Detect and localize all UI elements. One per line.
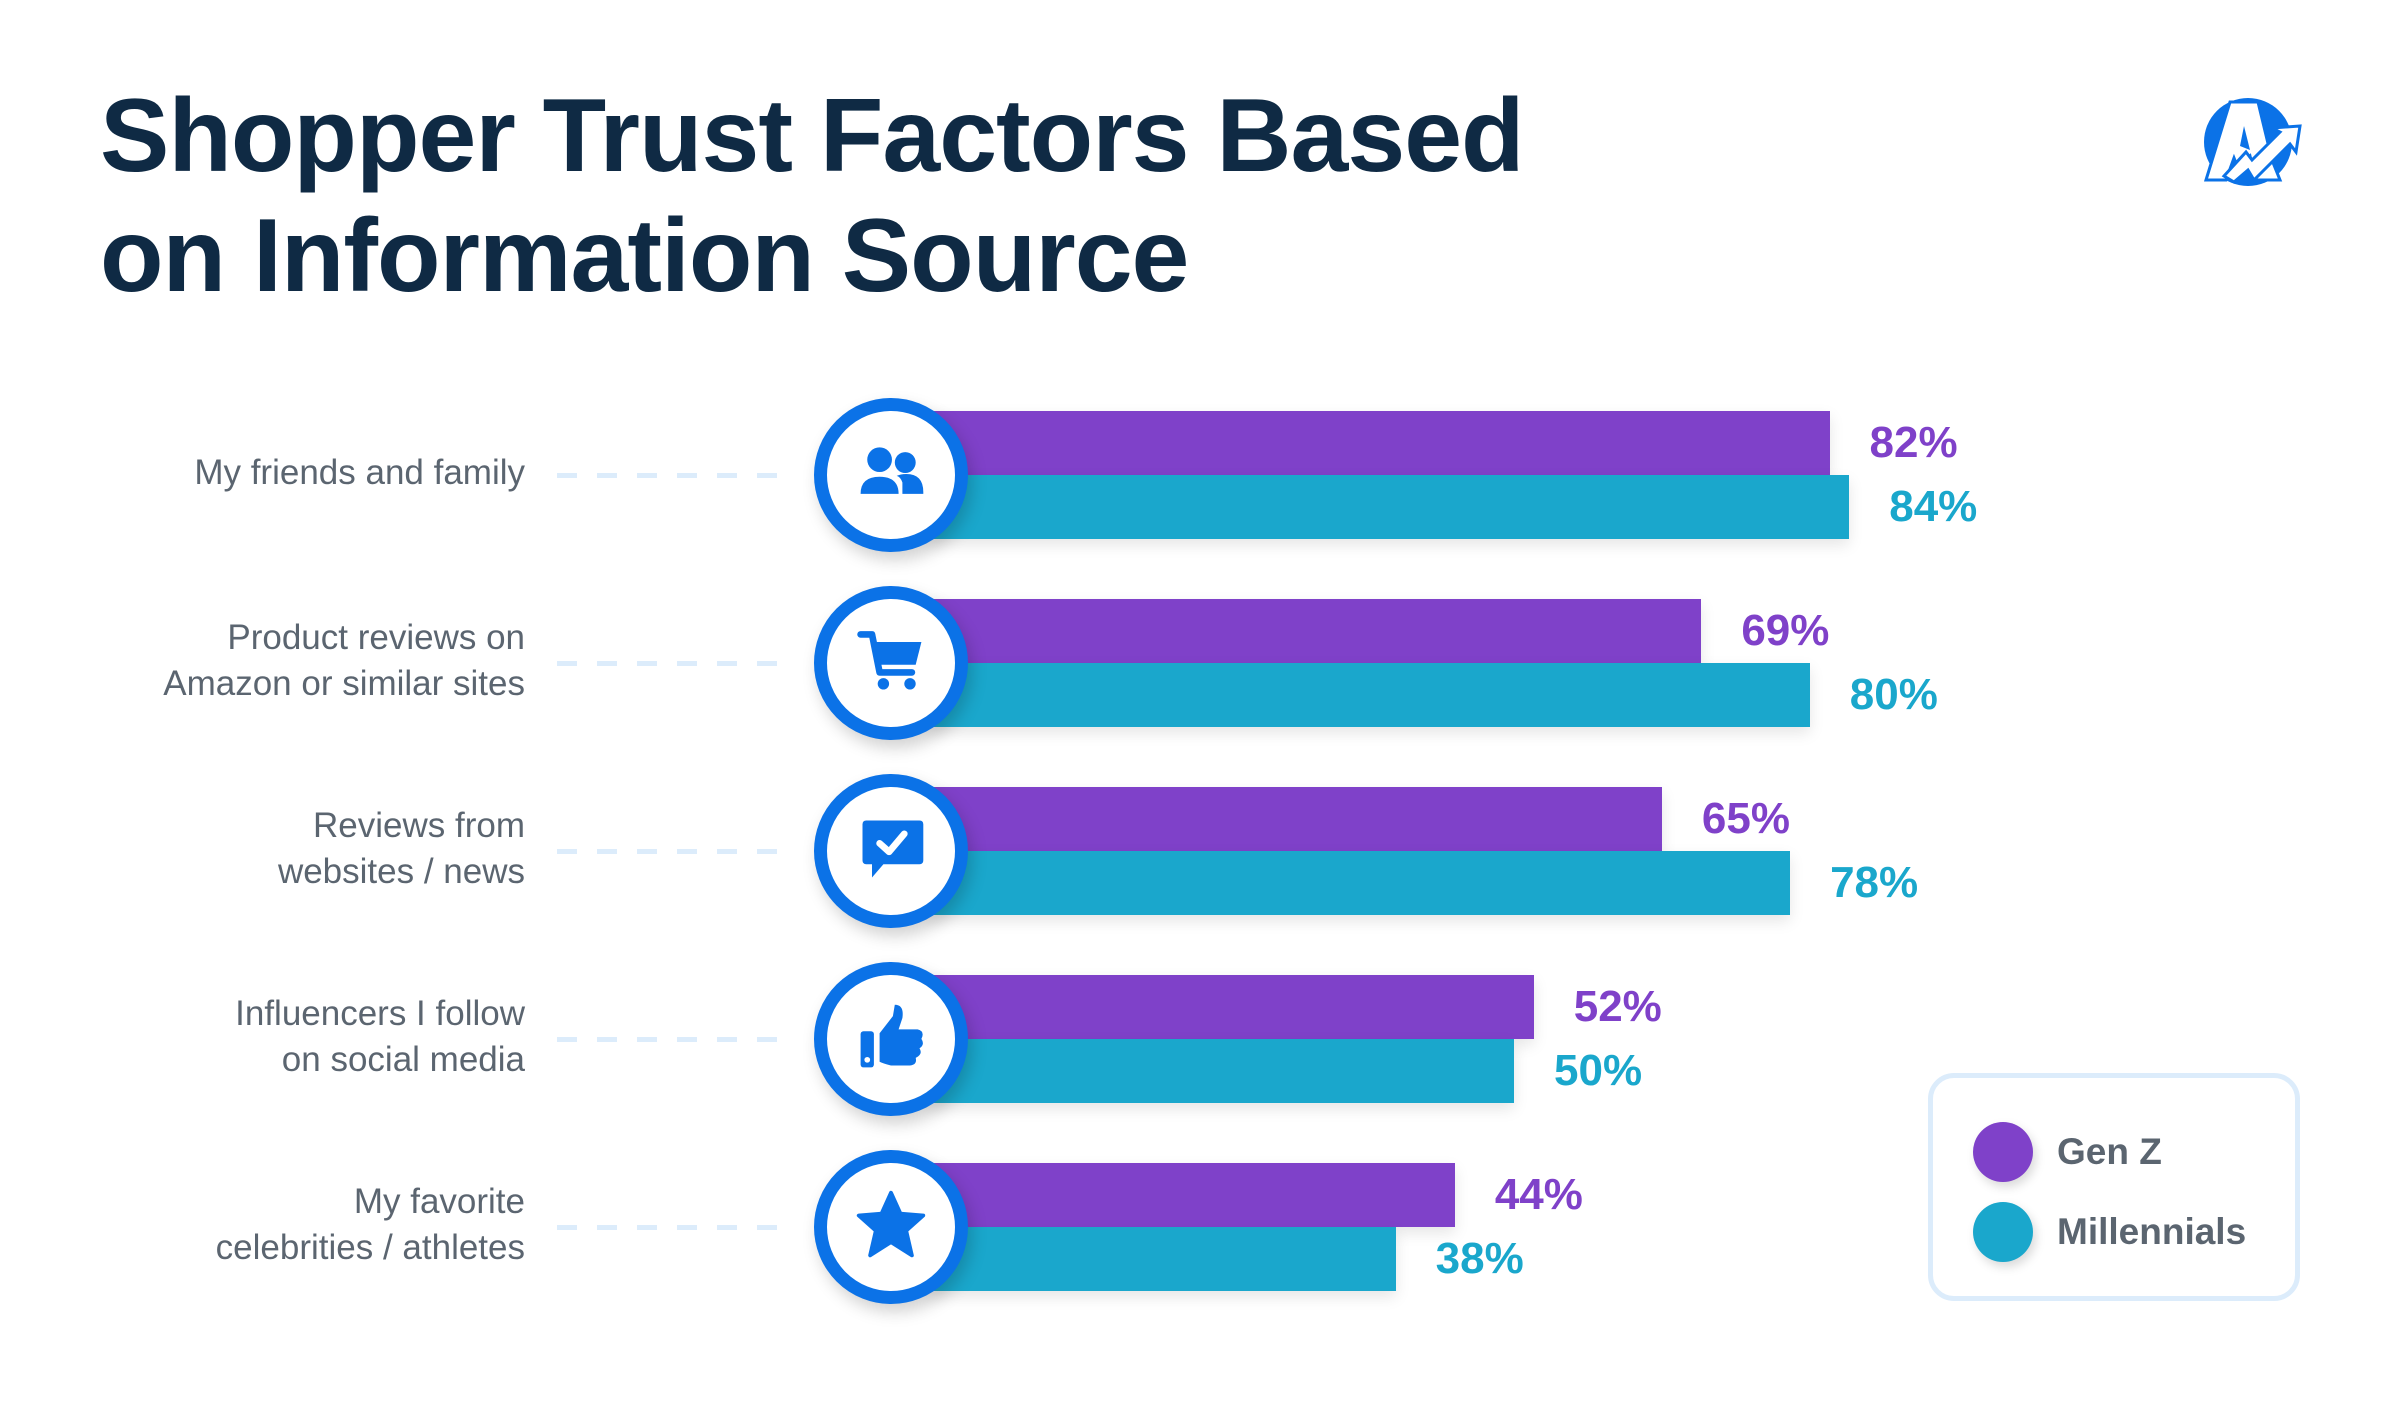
value-label-genz: 52% (1573, 982, 1662, 1031)
category-icon-badge (814, 398, 968, 552)
legend-swatch-genz (1973, 1122, 2033, 1182)
category-label-line: My friends and family (194, 453, 525, 492)
category-label-line: Product reviews on (227, 618, 525, 657)
legend-swatch-millennials (1973, 1202, 2033, 1262)
category-label-line: My favorite (353, 1182, 525, 1221)
leader-dashes (557, 849, 781, 854)
category-label: My favorite celebrities / athletes (0, 1179, 525, 1271)
category-label-line: Reviews from (313, 806, 525, 845)
bar-genz (930, 411, 1830, 475)
leader-dashes (557, 1037, 781, 1042)
bar-genz (930, 975, 1534, 1039)
leader-dashes (557, 1225, 781, 1230)
category-label: Reviews from websites / news (0, 803, 525, 895)
category-icon-badge (814, 962, 968, 1116)
leader-dashes (557, 661, 781, 666)
bar-millennials (930, 475, 1850, 539)
legend-label-millennials: Millennials (2057, 1211, 2247, 1252)
people-icon (853, 435, 929, 516)
bar-millennials (930, 851, 1791, 915)
category-label-line: on social media (281, 1040, 525, 1079)
thumbs-up-icon (853, 999, 929, 1080)
legend-item-genz: Gen Z (1973, 1122, 2162, 1182)
value-label-millennials: 84% (1889, 482, 1978, 531)
bar-genz (930, 1163, 1455, 1227)
value-label-genz: 69% (1741, 606, 1830, 655)
category-icon-badge (814, 1150, 968, 1304)
category-label-line: websites / news (277, 852, 525, 891)
category-icon-badge (814, 774, 968, 928)
legend: Gen Z Millennials (1928, 1073, 2300, 1301)
category-icon-badge (814, 586, 968, 740)
category-label-line: celebrities / athletes (215, 1228, 525, 1267)
category-label-line: Influencers I follow (235, 994, 525, 1033)
value-label-genz: 65% (1701, 794, 1790, 843)
chat-check-icon (853, 811, 929, 892)
bar-genz (930, 787, 1662, 851)
leader-dashes (557, 473, 781, 478)
legend-item-millennials: Millennials (1973, 1202, 2246, 1262)
category-label-line: Amazon or similar sites (163, 664, 525, 703)
value-label-millennials: 38% (1435, 1234, 1524, 1283)
value-label-genz: 82% (1869, 418, 1958, 467)
bar-millennials (930, 663, 1810, 727)
bar-millennials (930, 1227, 1396, 1291)
legend-label-genz: Gen Z (2057, 1131, 2162, 1172)
category-label: Product reviews on Amazon or similar site… (0, 615, 525, 707)
bar-millennials (930, 1039, 1514, 1103)
value-label-millennials: 80% (1849, 670, 1938, 719)
bar-genz (930, 599, 1702, 663)
value-label-millennials: 78% (1830, 858, 1919, 907)
category-label: My friends and family (0, 450, 525, 496)
star-icon (853, 1187, 929, 1268)
category-label: Influencers I follow on social media (0, 991, 525, 1083)
value-label-millennials: 50% (1554, 1046, 1643, 1095)
value-label-genz: 44% (1494, 1170, 1583, 1219)
shopping-cart-icon (853, 623, 929, 704)
